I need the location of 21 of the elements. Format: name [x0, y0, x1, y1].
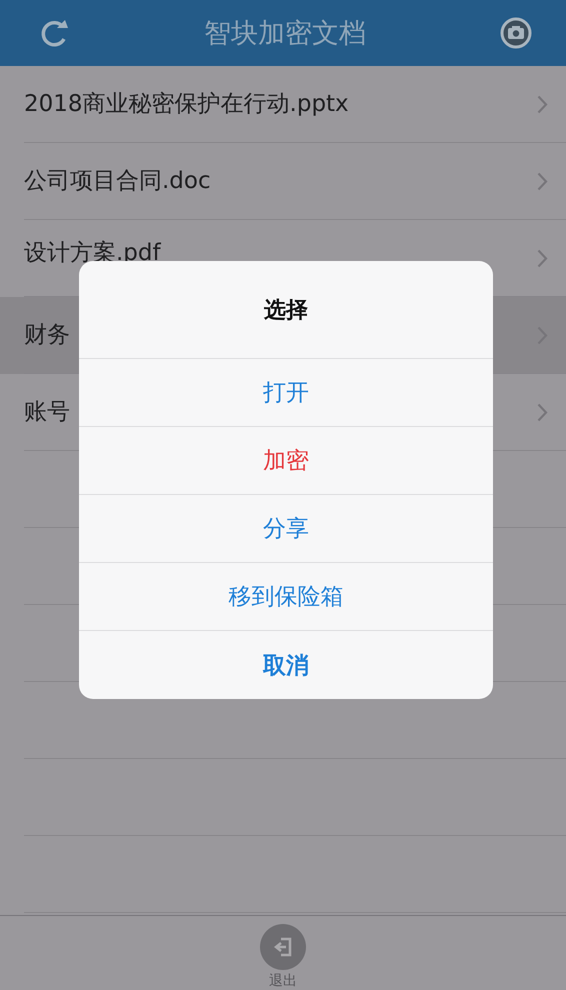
exit-label: 退出	[269, 974, 297, 988]
exit-icon	[272, 937, 294, 957]
action-button[interactable]: 移到保险箱	[79, 563, 493, 631]
chevron-icon	[537, 172, 548, 191]
file-name: 公司项目合同.doc	[24, 168, 211, 196]
cancel-button[interactable]: 取消	[79, 631, 493, 699]
file-name: 2018商业秘密保护在行动.pptx	[24, 90, 349, 118]
chevron-icon	[537, 403, 548, 422]
file-name: 财务	[24, 322, 70, 350]
action-button[interactable]: 打开	[79, 359, 493, 427]
chevron-icon	[537, 95, 548, 114]
action-button[interactable]: 分享	[79, 495, 493, 563]
file-name: 账号	[24, 398, 70, 426]
dialog-title: 选择	[79, 261, 493, 359]
file-row[interactable]: 公司项目合同.doc	[0, 143, 566, 220]
app-title: 智块加密文档	[204, 17, 366, 51]
camera-icon[interactable]	[500, 17, 532, 49]
action-button[interactable]: 加密	[79, 427, 493, 495]
file-row[interactable]: 2018商业秘密保护在行动.pptx	[0, 66, 566, 143]
exit-button[interactable]	[260, 924, 306, 970]
chevron-icon	[537, 249, 548, 268]
